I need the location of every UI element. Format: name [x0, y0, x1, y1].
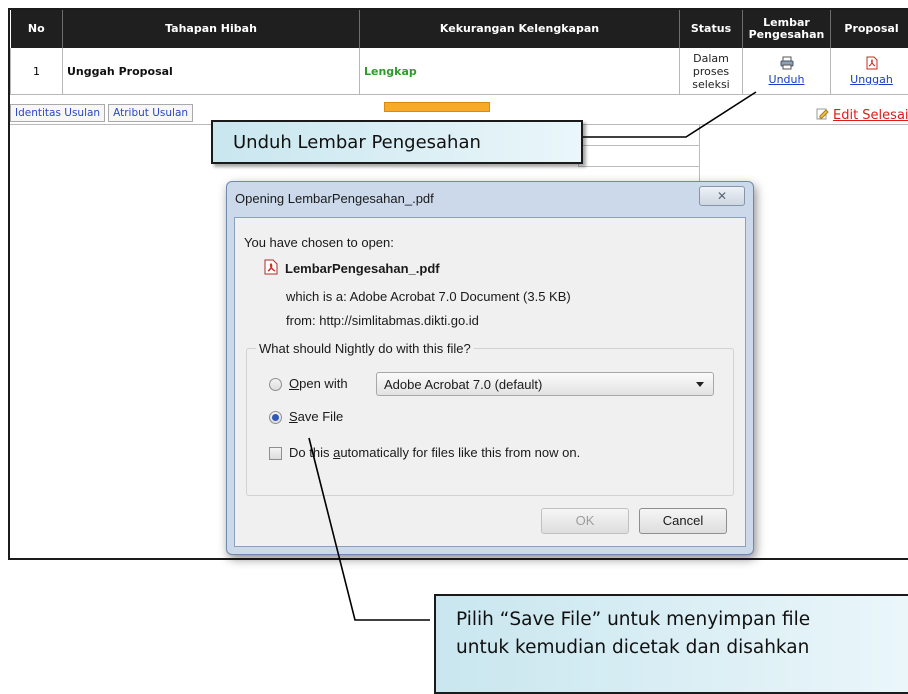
opening-file-dialog: Opening LembarPengesahan_.pdf ✕ You have…: [226, 181, 754, 555]
header-stage: Tahapan Hibah: [63, 10, 360, 48]
table-header-row: No Tahapan Hibah Kekurangan Kelengkapan …: [11, 10, 908, 48]
open-with-radio[interactable]: [269, 378, 282, 391]
header-sheet-line-2: Pengesahan: [749, 28, 825, 41]
header-no: No: [11, 10, 63, 48]
printer-icon[interactable]: [780, 56, 794, 70]
action-group: What should Nightly do with this file? O…: [246, 348, 734, 496]
row-no: 1: [11, 48, 63, 95]
file-type: which is a: Adobe Acrobat 7.0 Document (…: [286, 289, 571, 304]
unduh-link[interactable]: Unduh: [747, 73, 826, 86]
save-file-radio[interactable]: [269, 411, 282, 424]
action-question: What should Nightly do with this file?: [256, 341, 474, 356]
tab-active[interactable]: [384, 102, 490, 112]
ok-button[interactable]: OK: [541, 508, 629, 534]
dialog-body: You have chosen to open: LembarPengesaha…: [234, 217, 746, 547]
tab-identitas-usulan[interactable]: Identitas Usulan: [10, 104, 105, 122]
row-lack-status: Lengkap: [360, 48, 680, 95]
row-sheet-cell: Unduh: [743, 48, 831, 95]
open-with-label[interactable]: Open with: [289, 376, 348, 391]
edit-selesai[interactable]: Edit Selesai: [816, 107, 908, 124]
close-icon[interactable]: ✕: [699, 186, 745, 206]
cancel-button[interactable]: Cancel: [639, 508, 727, 534]
callout-unduh-text: Unduh Lembar Pengesahan: [233, 132, 481, 153]
callout-unduh: Unduh Lembar Pengesahan: [211, 120, 583, 164]
header-proposal: Proposal: [831, 10, 908, 48]
auto-checkbox[interactable]: [269, 447, 282, 460]
dialog-title: Opening LembarPengesahan_.pdf: [235, 191, 434, 206]
open-with-select[interactable]: Adobe Acrobat 7.0 (default): [376, 372, 714, 396]
pdf-file-icon: [263, 259, 279, 278]
open-with-value: Adobe Acrobat 7.0 (default): [384, 377, 542, 392]
file-name: LembarPengesahan_.pdf: [263, 259, 440, 278]
auto-label[interactable]: Do this automatically for files like thi…: [289, 445, 580, 460]
tab-bar: Identitas Usulan Atribut Usulan: [10, 104, 196, 122]
status-line-1: Dalam: [693, 52, 729, 65]
header-sheet: Lembar Pengesahan: [743, 10, 831, 48]
unggah-link[interactable]: Unggah: [835, 73, 908, 86]
intro-text: You have chosen to open:: [244, 235, 394, 250]
header-lack: Kekurangan Kelengkapan: [360, 10, 680, 48]
header-status: Status: [680, 10, 743, 48]
status-line-2: proses: [693, 65, 729, 78]
save-file-label[interactable]: Save File: [289, 409, 343, 424]
tab-atribut-usulan[interactable]: Atribut Usulan: [108, 104, 193, 122]
row-proposal-cell: Unggah: [831, 48, 908, 95]
background-input-box: [578, 145, 700, 167]
status-line-3: seleksi: [692, 78, 729, 91]
table-row: 1 Unggah Proposal Lengkap Dalam proses s…: [11, 48, 908, 95]
callout-save-line-2: untuk kemudian dicetak dan disahkan: [456, 634, 908, 662]
row-stage: Unggah Proposal: [63, 48, 360, 95]
file-name-text: LembarPengesahan_.pdf: [285, 261, 440, 276]
pencil-icon: [816, 107, 829, 124]
grant-stages-table: No Tahapan Hibah Kekurangan Kelengkapan …: [10, 10, 908, 95]
callout-save-line-1: Pilih “Save File” untuk menyimpan file: [456, 606, 908, 634]
file-source: from: http://simlitabmas.dikti.go.id: [286, 313, 479, 328]
edit-selesai-link[interactable]: Edit Selesai: [833, 108, 908, 123]
pdf-icon[interactable]: [865, 56, 879, 70]
row-status: Dalam proses seleksi: [680, 48, 743, 95]
callout-save-file: Pilih “Save File” untuk menyimpan file u…: [434, 594, 908, 694]
chevron-down-icon: [696, 382, 704, 387]
